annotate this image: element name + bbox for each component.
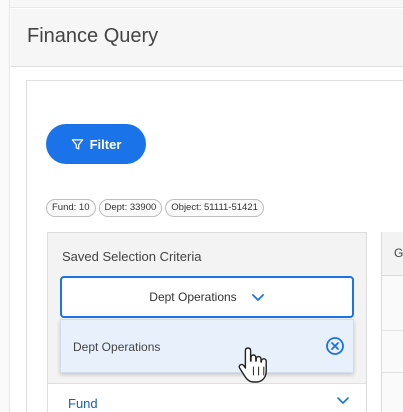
chevron-down-icon bbox=[251, 293, 264, 301]
page-title: Finance Query bbox=[27, 25, 159, 47]
clear-circle-icon[interactable] bbox=[325, 336, 345, 356]
filter-icon bbox=[71, 138, 83, 150]
table-row-divider bbox=[382, 372, 403, 373]
saved-selection-criteria-panel: Saved Selection Criteria Dept Operations… bbox=[47, 232, 367, 412]
chip-fund[interactable]: Fund: 10 bbox=[46, 199, 96, 217]
field-label-fund: Fund bbox=[68, 396, 98, 411]
left-edge-strip bbox=[0, 0, 10, 412]
filter-button[interactable]: Filter bbox=[46, 124, 146, 164]
filter-button-label: Filter bbox=[89, 136, 122, 152]
criteria-title: Saved Selection Criteria bbox=[62, 249, 202, 264]
page-header: Finance Query bbox=[11, 9, 403, 67]
field-row-fund[interactable]: Fund bbox=[48, 383, 366, 412]
results-table-header: G bbox=[382, 232, 403, 276]
results-table-edge: G bbox=[381, 232, 403, 412]
option-label: Dept Operations bbox=[73, 340, 161, 354]
chevron-down-icon[interactable] bbox=[336, 396, 350, 405]
active-filter-chips: Fund: 10 Dept: 33900 Object: 51111-51421 bbox=[46, 199, 264, 217]
saved-criteria-dropdown[interactable]: Dept Operations bbox=[60, 276, 354, 318]
top-edge-strip bbox=[10, 0, 403, 8]
chip-dept[interactable]: Dept: 33900 bbox=[98, 199, 163, 217]
chip-object[interactable]: Object: 51111-51421 bbox=[165, 199, 264, 217]
dropdown-option-dept-operations[interactable]: Dept Operations bbox=[61, 320, 353, 372]
table-row-divider bbox=[382, 330, 403, 331]
dropdown-options-list: Dept Operations bbox=[60, 319, 354, 373]
results-header-partial: G bbox=[394, 246, 403, 260]
dropdown-selected-value: Dept Operations bbox=[149, 290, 237, 304]
